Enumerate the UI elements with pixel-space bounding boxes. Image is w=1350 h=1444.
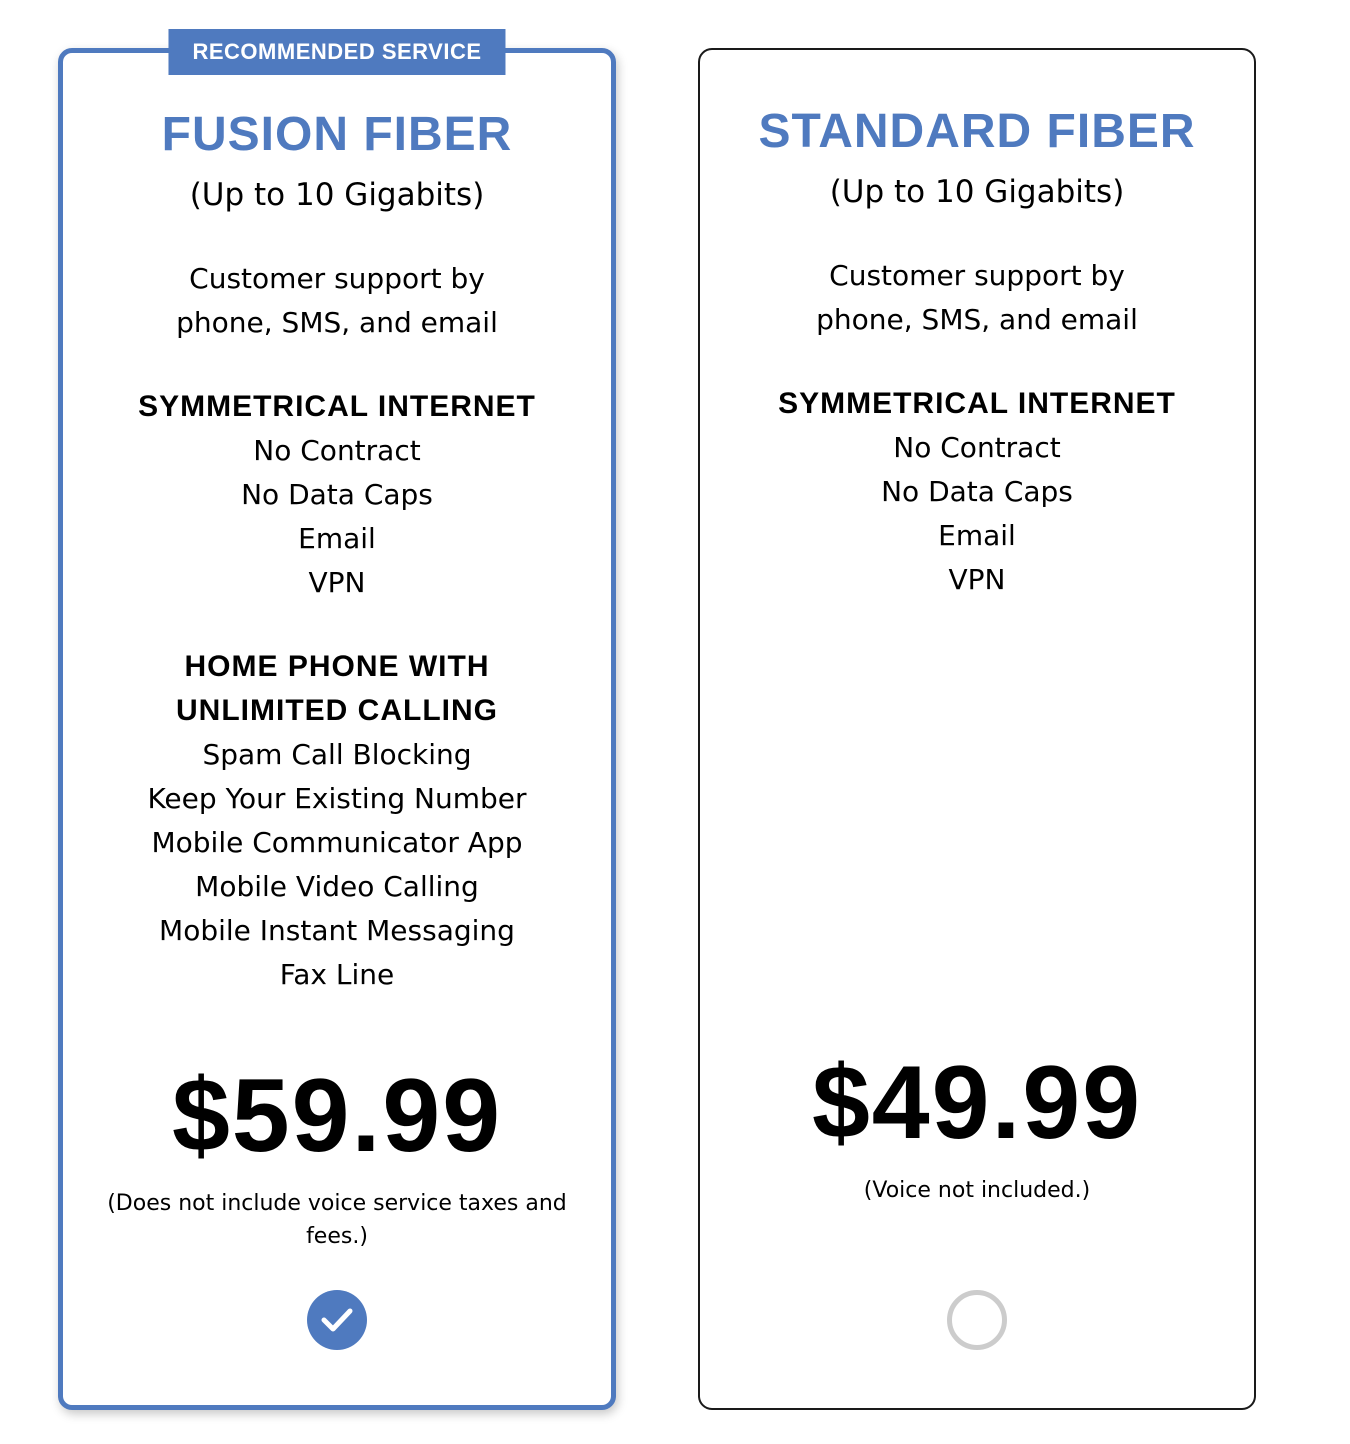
feature-item: Mobile Instant Messaging: [159, 914, 515, 947]
checkmark-icon: [321, 1308, 353, 1332]
phone-section-title: HOME PHONE WITH UNLIMITED CALLING: [176, 650, 498, 727]
plan-card-standard-fiber[interactable]: STANDARD FIBER (Up to 10 Gigabits) Custo…: [698, 48, 1256, 1410]
plan-speed: (Up to 10 Gigabits): [189, 177, 485, 213]
feature-item: Email: [298, 522, 376, 555]
plan-name: FUSION FIBER: [161, 108, 513, 161]
recommended-badge: RECOMMENDED SERVICE: [168, 29, 506, 75]
support-text: Customer support by phone, SMS, and emai…: [816, 259, 1138, 336]
feature-item: Keep Your Existing Number: [147, 782, 527, 815]
feature-item: No Contract: [253, 434, 421, 467]
feature-item: VPN: [948, 563, 1006, 596]
feature-item: No Data Caps: [241, 478, 433, 511]
support-text: Customer support by phone, SMS, and emai…: [176, 262, 498, 339]
plan-name: STANDARD FIBER: [758, 105, 1196, 158]
plan-details: FUSION FIBER (Up to 10 Gigabits) Custome…: [63, 105, 611, 997]
internet-section-title: SYMMETRICAL INTERNET: [138, 390, 536, 423]
feature-item: Mobile Video Calling: [195, 870, 479, 903]
feature-item: No Contract: [893, 431, 1061, 464]
plan-details: STANDARD FIBER (Up to 10 Gigabits) Custo…: [700, 102, 1254, 602]
check-circle-icon[interactable]: [307, 1290, 367, 1350]
plan-speed: (Up to 10 Gigabits): [829, 174, 1125, 210]
feature-item: Spam Call Blocking: [202, 738, 472, 771]
internet-section-title: SYMMETRICAL INTERNET: [778, 387, 1176, 420]
feature-item: Mobile Communicator App: [151, 826, 523, 859]
plan-card-fusion-fiber[interactable]: RECOMMENDED SERVICE FUSION FIBER (Up to …: [58, 29, 616, 1410]
price-note: (Voice not included.): [863, 1178, 1091, 1203]
price-note: (Does not include voice service taxes an…: [107, 1191, 567, 1249]
empty-radio-icon[interactable]: [947, 1290, 1007, 1350]
plan-price: $59.99: [171, 1058, 503, 1174]
plan-price: $49.99: [811, 1045, 1143, 1161]
feature-item: No Data Caps: [881, 475, 1073, 508]
feature-item: VPN: [308, 566, 366, 599]
feature-item: Email: [938, 519, 1016, 552]
feature-item: Fax Line: [279, 958, 395, 991]
